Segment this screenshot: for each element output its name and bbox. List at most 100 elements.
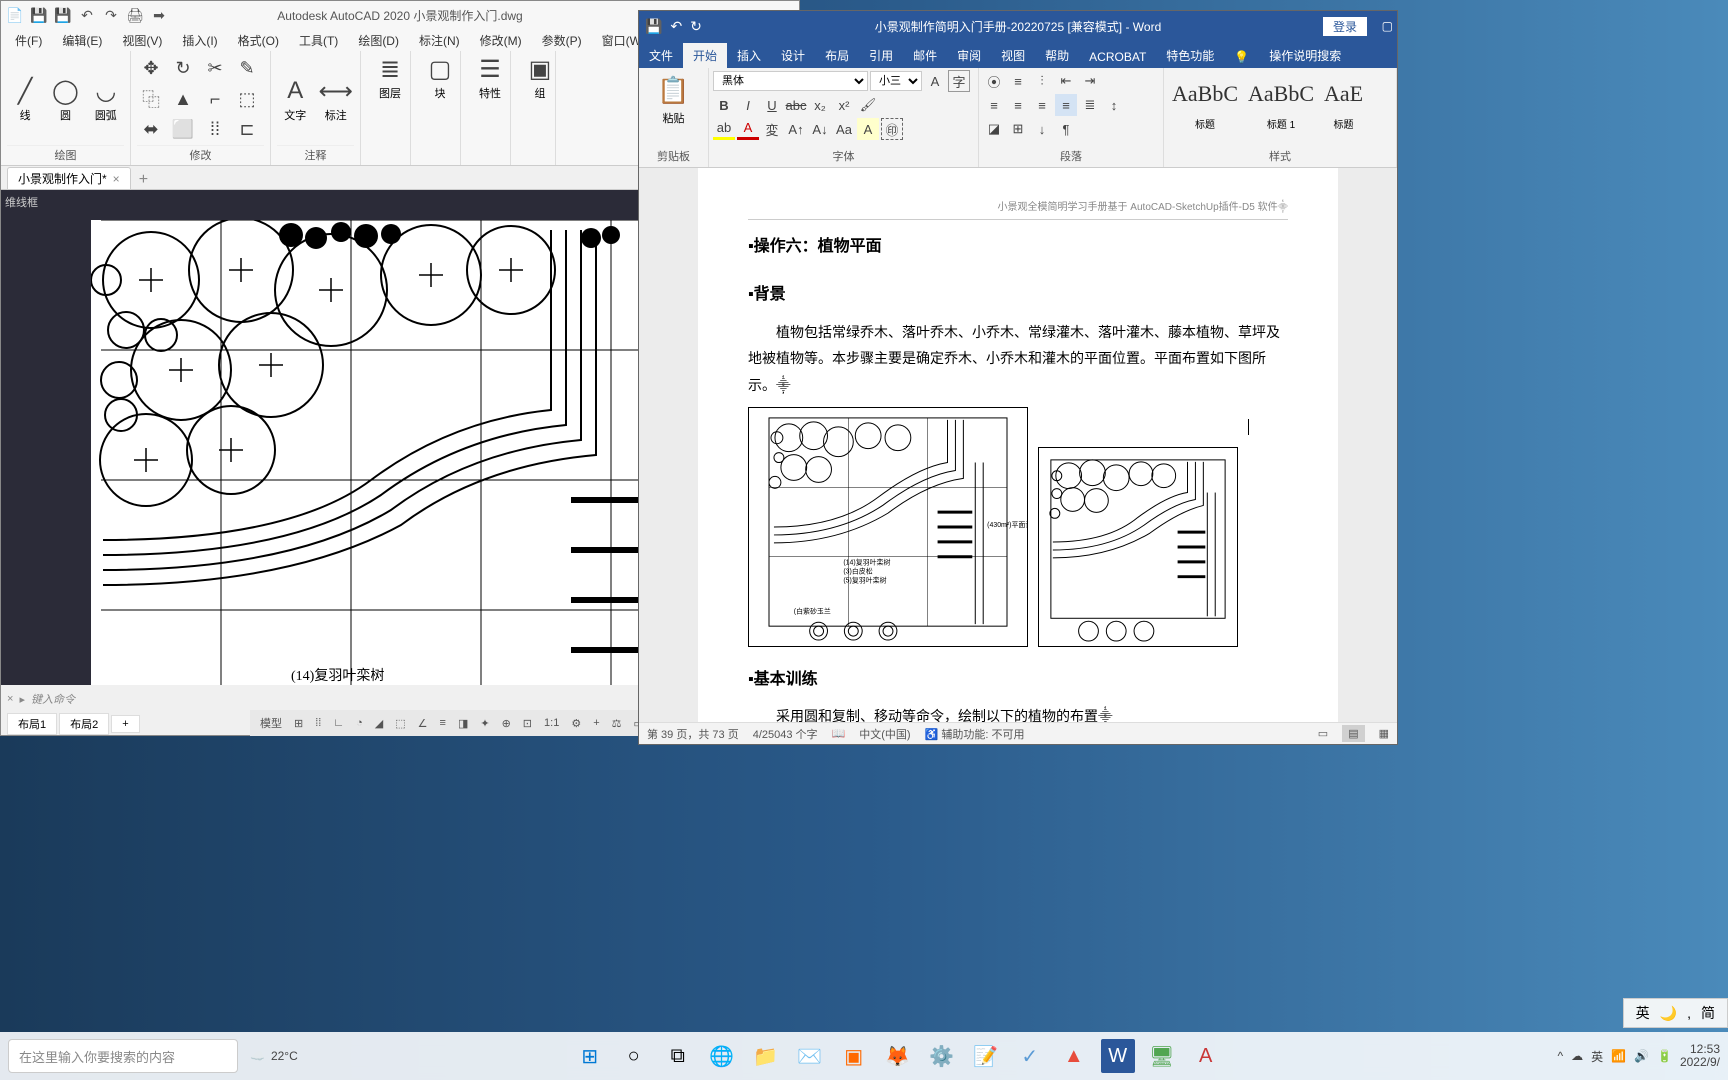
arrow-icon[interactable]: ➡ <box>149 5 169 25</box>
wifi-icon[interactable]: 📶 <box>1611 1049 1626 1063</box>
otrack-icon[interactable]: ∠ <box>414 716 432 731</box>
arc-tool[interactable]: ◡圆弧 <box>88 75 124 123</box>
layer-tool[interactable]: ≣图层 <box>367 53 413 101</box>
search-input[interactable]: 在这里输入你要搜索的内容 <box>8 1039 238 1073</box>
enclose-icon[interactable]: ㊞ <box>881 118 903 140</box>
plus-icon[interactable]: + <box>589 716 603 730</box>
layout2-tab[interactable]: 布局2 <box>59 713 109 735</box>
word-redo-icon[interactable]: ↻ <box>690 18 702 35</box>
saveas-icon[interactable]: 💾 <box>53 5 73 25</box>
sm-icon[interactable]: ⊡ <box>519 716 536 731</box>
read-view-icon[interactable]: ▭ <box>1318 727 1328 740</box>
sketchup-icon[interactable]: ▲ <box>1057 1039 1091 1073</box>
group-tool[interactable]: ▣组 <box>517 53 563 101</box>
move-icon[interactable]: ✥ <box>137 54 165 82</box>
sc-icon[interactable]: ✦ <box>476 716 493 731</box>
menu-draw[interactable]: 绘图(D) <box>348 30 409 51</box>
align-right-icon[interactable]: ≡ <box>1031 94 1053 116</box>
align-center-icon[interactable]: ≡ <box>1007 94 1029 116</box>
tab-view[interactable]: 视图 <box>991 43 1035 68</box>
print-icon[interactable]: 🖨 <box>125 5 145 25</box>
gear-icon[interactable]: ⚙ <box>567 716 585 731</box>
pc-icon[interactable]: 🖥 <box>1145 1039 1179 1073</box>
ime-moon-icon[interactable]: 🌙 <box>1660 1005 1677 1022</box>
tab-layout[interactable]: 布局 <box>815 43 859 68</box>
case-icon[interactable]: Aa <box>833 118 855 140</box>
shading-icon[interactable]: ◪ <box>983 118 1005 140</box>
word-count[interactable]: 4/25043 个字 <box>753 726 818 742</box>
prop-tool[interactable]: ☰特性 <box>467 53 513 101</box>
inc-indent-icon[interactable]: ⇥ <box>1079 70 1101 92</box>
numbers-icon[interactable]: ≡ <box>1007 70 1029 92</box>
undo-icon[interactable]: ↶ <box>77 5 97 25</box>
mail-icon[interactable]: ✉️ <box>793 1039 827 1073</box>
file-tab[interactable]: 小景观制作入门* × <box>7 167 131 189</box>
model-button[interactable]: 模型 <box>256 714 286 732</box>
distributed-icon[interactable]: ≣ <box>1079 94 1101 116</box>
phonetic-icon[interactable]: 変 <box>761 118 783 140</box>
tab-review[interactable]: 审阅 <box>947 43 991 68</box>
grid-icon[interactable]: ⊞ <box>290 716 307 731</box>
menu-format[interactable]: 格式(O) <box>228 30 289 51</box>
search-icon[interactable]: ○ <box>617 1039 651 1073</box>
clock-date[interactable]: 2022/9/ <box>1680 1056 1720 1069</box>
save-icon[interactable]: 💾 <box>29 5 49 25</box>
settings-icon[interactable]: ⚙️ <box>925 1039 959 1073</box>
dim-tool[interactable]: ⟷标注 <box>318 75 355 123</box>
print-view-icon[interactable]: ▤ <box>1342 725 1364 742</box>
page-count[interactable]: 第 39 页，共 73 页 <box>647 726 739 742</box>
menu-view[interactable]: 视图(V) <box>112 30 172 51</box>
line-tool[interactable]: ╱线 <box>7 75 43 123</box>
subscript-icon[interactable]: x₂ <box>809 94 831 116</box>
menu-param[interactable]: 参数(P) <box>532 30 592 51</box>
block-tool[interactable]: ▢块 <box>417 53 463 101</box>
spell-icon[interactable]: 📖 <box>832 727 846 740</box>
word-undo-icon[interactable]: ↶ <box>670 18 682 35</box>
login-button[interactable]: 登录 <box>1323 17 1367 36</box>
trim-icon[interactable]: ✂ <box>201 54 229 82</box>
underline-icon[interactable]: U <box>761 94 783 116</box>
firefox-icon[interactable]: 🦊 <box>881 1039 915 1073</box>
close-tab-icon[interactable]: × <box>113 172 120 186</box>
onedrive-icon[interactable]: ☁ <box>1571 1049 1583 1063</box>
align-left-icon[interactable]: ≡ <box>983 94 1005 116</box>
bold-icon[interactable]: B <box>713 94 735 116</box>
line-spacing-icon[interactable]: ↕ <box>1103 94 1125 116</box>
layout-add-icon[interactable]: + <box>111 715 139 733</box>
font-name-select[interactable]: 黑体 <box>713 71 868 91</box>
erase-icon[interactable]: ✎ <box>233 54 261 82</box>
word-app-icon[interactable]: W <box>1101 1039 1135 1073</box>
menu-edit[interactable]: 编辑(E) <box>52 30 112 51</box>
cmd-close-icon[interactable]: × <box>7 693 13 705</box>
tell-me[interactable]: 操作说明搜索 <box>1259 43 1351 68</box>
mirror-icon[interactable]: ▲ <box>169 85 197 113</box>
notes-icon[interactable]: 📝 <box>969 1039 1003 1073</box>
italic-icon[interactable]: I <box>737 94 759 116</box>
text-tool[interactable]: A文字 <box>277 75 314 123</box>
dec-indent-icon[interactable]: ⇤ <box>1055 70 1077 92</box>
menu-dim[interactable]: 标注(N) <box>409 30 470 51</box>
show-marks-icon[interactable]: ¶ <box>1055 118 1077 140</box>
clear-format-icon[interactable]: A <box>924 70 946 92</box>
ime-simp[interactable]: 简 <box>1701 1003 1715 1023</box>
stretch-icon[interactable]: ⬌ <box>137 116 165 144</box>
border-icon[interactable]: ⊞ <box>1007 118 1029 140</box>
battery-icon[interactable]: 🔋 <box>1657 1049 1672 1063</box>
tab-special[interactable]: 特色功能 <box>1156 43 1224 68</box>
ortho-icon[interactable]: ∟ <box>329 716 348 730</box>
redo-icon[interactable]: ↷ <box>101 5 121 25</box>
bullets-icon[interactable]: ⦿ <box>983 70 1005 92</box>
align-justify-icon[interactable]: ≡ <box>1055 94 1077 116</box>
weather-icon[interactable]: ☁️ <box>250 1049 265 1063</box>
tab-mail[interactable]: 邮件 <box>903 43 947 68</box>
highlight-icon[interactable]: ab <box>713 118 735 140</box>
array-icon[interactable]: ⁞⁞ <box>201 116 229 144</box>
explorer-icon[interactable]: 📁 <box>749 1039 783 1073</box>
multilevel-icon[interactable]: ⫶ <box>1031 70 1053 92</box>
autocad-app-icon[interactable]: A <box>1189 1039 1223 1073</box>
font-color-icon[interactable]: A <box>737 118 759 140</box>
polar-icon[interactable]: ◔ <box>352 716 367 730</box>
todo-icon[interactable]: ✓ <box>1013 1039 1047 1073</box>
scale-display[interactable]: 1:1 <box>540 716 563 730</box>
ime-en[interactable]: 英 <box>1591 1048 1603 1065</box>
